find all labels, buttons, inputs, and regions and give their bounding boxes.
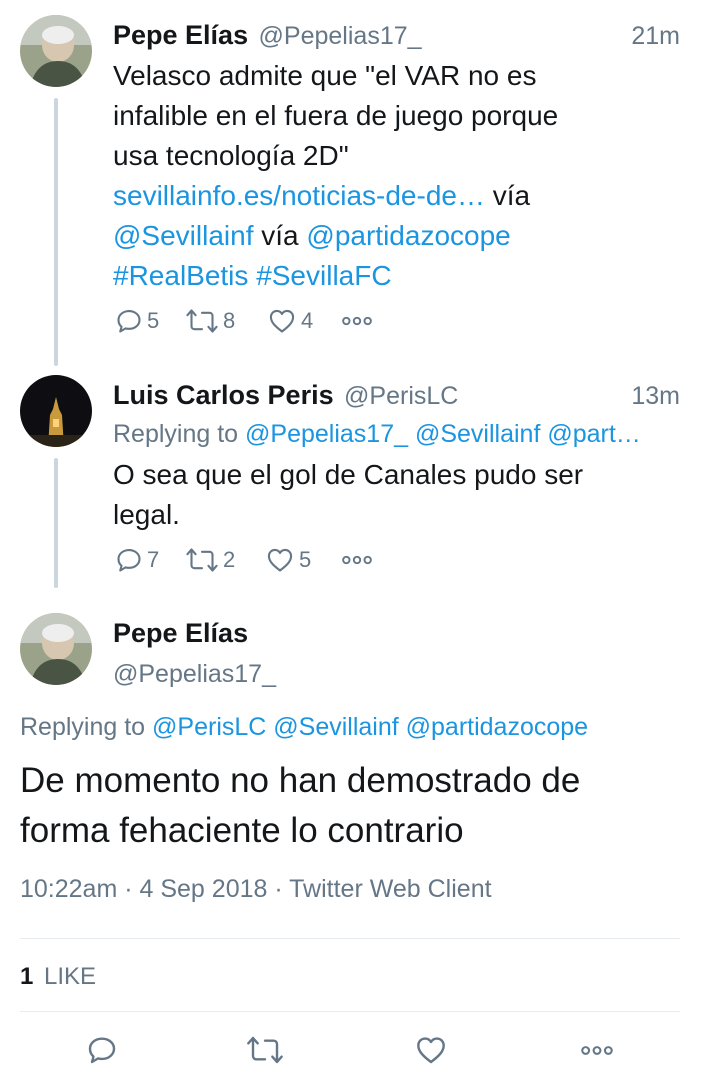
retweet-button[interactable]: 8 bbox=[185, 307, 267, 335]
tweet-meta[interactable]: 10:22am · 4 Sep 2018 · Twitter Web Clien… bbox=[20, 875, 492, 904]
author-name[interactable]: Pepe Elías bbox=[113, 618, 248, 649]
reply-button[interactable] bbox=[86, 1034, 118, 1071]
author-handle[interactable]: @Pepelias17_ bbox=[113, 660, 276, 689]
tweet-text-line: forma fehaciente lo contrario bbox=[20, 811, 464, 850]
tweet-text-line: usa tecnología 2D" bbox=[113, 140, 349, 171]
hashtag-realbetis[interactable]: #RealBetis bbox=[113, 260, 248, 291]
timestamp[interactable]: 13m bbox=[631, 382, 680, 411]
like-count: 4 bbox=[301, 308, 314, 333]
avatar-photo-icon bbox=[20, 15, 92, 87]
more-button[interactable] bbox=[341, 553, 373, 567]
reply-button[interactable]: 5 bbox=[115, 307, 185, 335]
via-text: vía bbox=[261, 220, 299, 251]
tweet-actions: 5 8 4 bbox=[115, 306, 373, 336]
like-count: 5 bbox=[299, 547, 312, 572]
thread-line bbox=[54, 98, 58, 366]
replying-label: Replying to bbox=[113, 420, 239, 448]
avatar-photo-icon bbox=[20, 613, 92, 685]
replying-mentions[interactable]: @Pepelias17_ @Sevillainf @part… bbox=[245, 420, 641, 448]
like-icon bbox=[267, 307, 297, 335]
avatar[interactable] bbox=[20, 15, 92, 87]
timestamp[interactable]: 21m bbox=[631, 22, 680, 51]
tweet-text-line: Velasco admite que "el VAR no es bbox=[113, 60, 537, 91]
likes-label: LIKE bbox=[44, 963, 97, 990]
more-icon bbox=[341, 553, 373, 567]
like-button[interactable]: 4 bbox=[267, 307, 341, 335]
author-name[interactable]: Pepe Elías bbox=[113, 20, 248, 50]
more-button[interactable] bbox=[580, 1043, 614, 1063]
tweet-text-line: O sea que el gol de Canales pudo ser bbox=[113, 459, 584, 490]
mention-partidazocope[interactable]: @partidazocope bbox=[306, 220, 510, 251]
retweet-icon bbox=[246, 1034, 284, 1066]
tweet-text-line: De momento no han demostrado de bbox=[20, 761, 581, 800]
thread-line bbox=[54, 458, 58, 588]
reply-icon bbox=[115, 307, 143, 335]
reply-button[interactable]: 7 bbox=[115, 546, 185, 574]
like-button[interactable]: 5 bbox=[265, 546, 341, 574]
divider bbox=[20, 938, 680, 939]
tweet-actions: 7 2 5 bbox=[115, 545, 373, 575]
retweet-icon bbox=[185, 546, 219, 574]
replying-label: Replying to bbox=[20, 713, 146, 741]
via-text: vía bbox=[492, 180, 531, 211]
mention-sevillainf[interactable]: @Sevillainf bbox=[113, 220, 253, 251]
retweet-button[interactable]: 2 bbox=[185, 546, 265, 574]
reply-icon bbox=[115, 546, 143, 574]
tweet-text: O sea que el gol de Canales pudo ser leg… bbox=[113, 455, 683, 535]
like-button[interactable] bbox=[414, 1034, 448, 1071]
replying-to: Replying to @PerisLC @Sevillainf @partid… bbox=[20, 713, 588, 742]
divider bbox=[20, 1011, 680, 1012]
likes-stat[interactable]: 1 LIKE bbox=[20, 963, 96, 991]
article-link[interactable]: sevillainfo.es/noticias-de-de… bbox=[113, 180, 485, 211]
author-handle[interactable]: @Pepelias17_ bbox=[259, 22, 422, 50]
retweet-count: 2 bbox=[223, 547, 236, 572]
avatar[interactable] bbox=[20, 613, 92, 685]
more-icon bbox=[341, 314, 373, 328]
hashtag-sevillafc[interactable]: #SevillaFC bbox=[256, 260, 391, 291]
replying-to: Replying to @Pepelias17_ @Sevillainf @pa… bbox=[113, 420, 641, 449]
more-icon bbox=[580, 1043, 614, 1058]
author-name[interactable]: Luis Carlos Peris bbox=[113, 380, 334, 410]
tweet-text: De momento no han demostrado de forma fe… bbox=[20, 756, 680, 856]
tweet-text-line: legal. bbox=[113, 499, 180, 530]
likes-count: 1 bbox=[20, 963, 34, 990]
tweet-text: Velasco admite que "el VAR no es infalib… bbox=[113, 56, 683, 296]
avatar[interactable] bbox=[20, 375, 92, 447]
reply-count: 7 bbox=[147, 547, 160, 572]
retweet-icon bbox=[185, 307, 219, 335]
reply-icon bbox=[86, 1034, 118, 1066]
tweet-text-line: infalible en el fuera de juego porque bbox=[113, 100, 559, 131]
avatar-photo-icon bbox=[20, 375, 92, 447]
more-button[interactable] bbox=[341, 314, 373, 328]
author-handle[interactable]: @PerisLC bbox=[344, 382, 458, 410]
like-icon bbox=[414, 1034, 448, 1066]
like-icon bbox=[265, 546, 295, 574]
replying-mentions[interactable]: @PerisLC @Sevillainf @partidazocope bbox=[152, 713, 588, 741]
retweet-button[interactable] bbox=[246, 1034, 284, 1071]
reply-count: 5 bbox=[147, 308, 160, 333]
retweet-count: 8 bbox=[223, 308, 236, 333]
